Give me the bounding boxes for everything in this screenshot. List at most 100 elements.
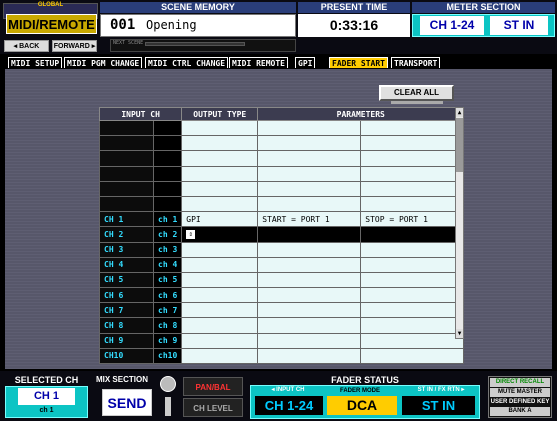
output-type-cell[interactable]: GPI [181,211,259,228]
ch-level-button[interactable]: CH LEVEL [183,398,243,417]
tab-midi-setup[interactable]: MIDI SETUP [8,57,63,68]
selected-ch-value[interactable]: CH 1 [18,388,75,405]
stop-param-cell[interactable]: STOP = PORT 1 [360,211,465,228]
mute-master-button[interactable]: MUTE MASTER [490,388,550,397]
stop-param-cell[interactable] [360,302,465,319]
start-param-cell[interactable] [257,271,362,289]
tab-transport[interactable]: TRANSPORT [391,57,441,68]
output-type-cell[interactable] [181,180,259,197]
stop-param-cell[interactable] [360,195,465,213]
channel-name-cell: ch 1 [152,211,183,228]
channel-name-cell: ch 4 [152,256,183,273]
output-type-cell[interactable] [181,150,259,167]
stop-param-cell[interactable] [360,150,465,167]
fader-mode-dca-button[interactable]: DCA [327,396,397,415]
bank-a-button[interactable]: BANK A [490,407,550,416]
output-type-cell[interactable] [181,271,259,289]
output-type-cell[interactable] [181,195,259,213]
output-type-cell[interactable] [181,347,259,365]
meter-ch-1-24-button[interactable]: CH 1-24 [420,16,484,35]
back-button[interactable]: ◂ BACK [4,40,49,52]
direct-recall-button[interactable]: DIRECT RECALL [490,378,550,387]
stop-param-cell[interactable] [360,256,465,273]
screen-title[interactable]: MIDI/REMOTE [6,14,97,34]
stop-param-cell[interactable] [360,180,465,197]
start-param-cell[interactable] [257,119,362,137]
start-param-cell[interactable] [257,317,362,334]
pan-bal-button[interactable]: PAN/BAL [183,377,243,396]
table-row[interactable] [99,135,465,152]
fader-ch-1-24-button[interactable]: CH 1-24 [255,396,323,415]
table-row[interactable]: CH 9 ch 9 [99,332,465,349]
dropdown-icon[interactable]: ⇕ [186,230,196,240]
stop-param-cell[interactable] [360,287,465,304]
stop-param-cell[interactable] [360,135,465,152]
output-type-cell[interactable] [181,135,259,152]
stop-param-cell[interactable] [360,165,465,182]
tab-fader-start[interactable]: FADER START [329,57,388,68]
output-type-cell[interactable] [181,332,259,349]
tab-midi-pgm-change[interactable]: MIDI PGM CHANGE [64,57,143,68]
start-param-cell[interactable] [257,287,362,304]
mix-send-button[interactable]: SEND [102,389,152,416]
stop-param-cell[interactable] [360,332,465,349]
tab-gpi[interactable]: GPI [295,57,316,68]
output-type-cell[interactable]: ⇕ [181,226,259,243]
start-param-cell[interactable] [257,195,362,213]
table-row[interactable]: CH 3 ch 3 [99,241,465,258]
fader-st-in-button[interactable]: ST IN [402,396,475,415]
scene-number: 001 [110,17,136,33]
table-row[interactable]: CH 8 ch 8 [99,317,465,334]
meter-st-in-button[interactable]: ST IN [490,16,548,35]
parameters-header: PARAMETERS [257,107,465,121]
output-type-cell[interactable] [181,302,259,319]
start-param-cell[interactable] [257,150,362,167]
table-row[interactable]: CH 6 ch 6 [99,287,465,304]
start-param-cell[interactable] [257,180,362,197]
tab-midi-ctrl-change[interactable]: MIDI CTRL CHANGE [145,57,229,68]
fader-mode-label: FADER MODE [339,388,380,394]
table-row[interactable]: CH 5 ch 5 [99,271,465,289]
table-row[interactable]: CH 7 ch 7 [99,302,465,319]
start-param-cell[interactable] [257,165,362,182]
stop-param-cell[interactable] [360,347,465,365]
output-type-cell[interactable] [181,165,259,182]
table-row[interactable] [99,150,465,167]
scroll-down-icon[interactable]: ▼ [456,329,463,338]
input-ch-cell: CH 4 [99,256,154,273]
scroll-up-icon[interactable]: ▲ [456,108,463,117]
stop-param-cell[interactable] [360,226,465,243]
stop-param-cell[interactable] [360,119,465,137]
stop-param-cell[interactable] [360,271,465,289]
forward-button[interactable]: FORWARD ▸ [52,40,97,52]
table-row[interactable]: CH 2 ch 2 ⇕ [99,226,465,243]
table-row[interactable]: CH 1 ch 1 GPI START = PORT 1 STOP = PORT 1 [99,211,465,228]
start-param-cell[interactable] [257,347,362,365]
table-row[interactable]: CH 4 ch 4 [99,256,465,273]
input-ch-cell: CH 3 [99,241,154,258]
output-type-cell[interactable] [181,119,259,137]
table-row[interactable] [99,180,465,197]
table-row[interactable]: CH10 ch10 [99,347,465,365]
output-type-cell[interactable] [181,256,259,273]
table-row[interactable] [99,195,465,213]
start-param-cell[interactable] [257,332,362,349]
stop-param-cell[interactable] [360,317,465,334]
start-param-cell[interactable]: START = PORT 1 [257,211,362,228]
scrollbar-thumb[interactable] [456,118,463,172]
table-row[interactable] [99,119,465,137]
clear-all-button[interactable]: CLEAR ALL [379,85,454,101]
output-type-cell[interactable] [181,317,259,334]
start-param-cell[interactable] [257,135,362,152]
input-ch-cell: CH 1 [99,211,154,228]
tab-midi-remote[interactable]: MIDI REMOTE [229,57,288,68]
start-param-cell[interactable] [257,256,362,273]
start-param-cell[interactable] [257,226,362,243]
output-type-cell[interactable] [181,241,259,258]
stop-param-cell[interactable] [360,241,465,258]
output-type-cell[interactable] [181,287,259,304]
start-param-cell[interactable] [257,302,362,319]
input-ch-cell [99,150,154,167]
start-param-cell[interactable] [257,241,362,258]
table-row[interactable] [99,165,465,182]
